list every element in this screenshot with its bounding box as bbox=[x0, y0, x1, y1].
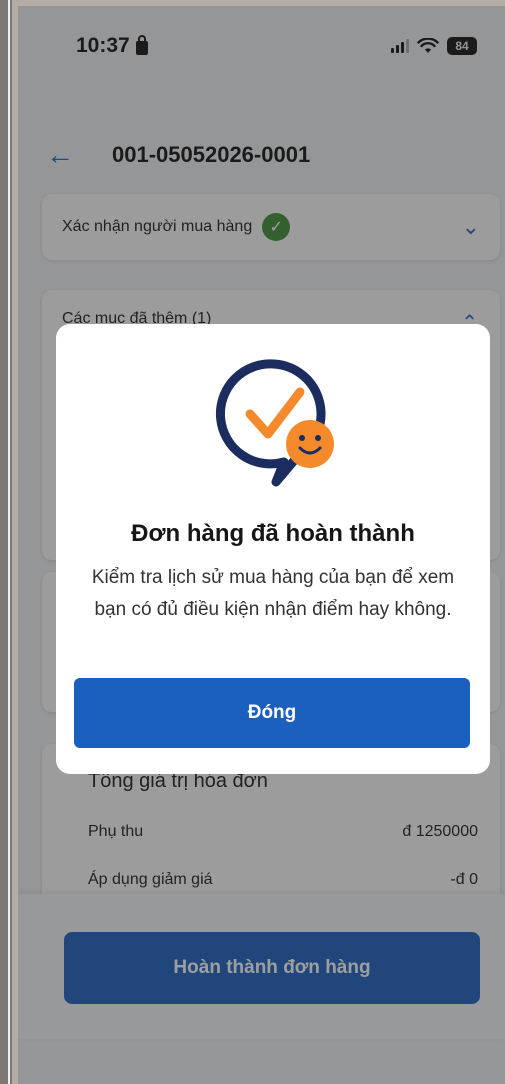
order-complete-dialog: Đơn hàng đã hoàn thành Kiểm tra lịch sử … bbox=[56, 324, 490, 774]
close-button[interactable]: Đóng bbox=[74, 678, 470, 748]
dialog-message: Kiểm tra lịch sử mua hàng của bạn để xem… bbox=[91, 567, 455, 620]
left-edge bbox=[0, 0, 12, 1084]
smiley-check-icon bbox=[215, 359, 334, 487]
dialog-title: Đơn hàng đã hoàn thành bbox=[131, 520, 415, 547]
phone-screen: 10:37 84 ← 001-05052026-0001 Xác nhận ng… bbox=[18, 6, 505, 1084]
